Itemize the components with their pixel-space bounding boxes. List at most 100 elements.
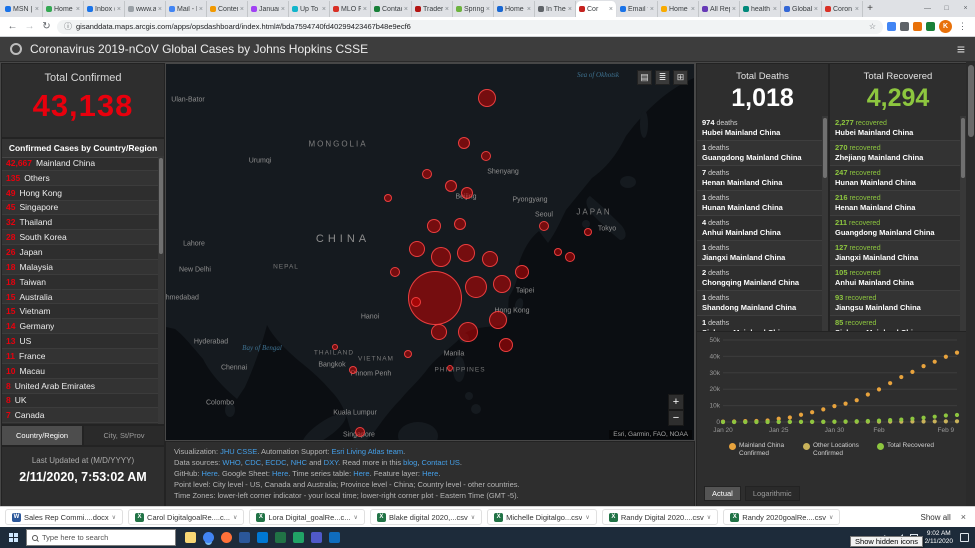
case-bubble[interactable] (427, 219, 441, 233)
info-link[interactable]: blog (403, 458, 417, 467)
region-row[interactable]: 85 recoveredSichuan Mainland China (830, 316, 960, 331)
info-link[interactable]: DXY (324, 458, 338, 467)
region-row[interactable]: 211 recoveredGuangdong Mainland China (830, 216, 960, 241)
browser-tab[interactable]: Mail - K× (166, 1, 207, 17)
browser-tab[interactable]: Email t× (617, 1, 658, 17)
browser-tab[interactable]: MSN | O× (2, 1, 43, 17)
browser-tab[interactable]: Coron× (822, 1, 863, 17)
taskbar-app-sheets[interactable] (293, 532, 304, 543)
tab-close-icon[interactable]: × (281, 6, 285, 13)
taskbar-app-chrome[interactable] (203, 532, 214, 543)
tab-close-icon[interactable]: × (527, 6, 531, 13)
zoom-out-button[interactable]: − (668, 410, 684, 426)
browser-tab[interactable]: Home |× (43, 1, 84, 17)
browser-tab[interactable]: MLO Fl× (330, 1, 371, 17)
tab-close-icon[interactable]: × (404, 6, 408, 13)
extension-icon[interactable] (913, 22, 922, 31)
profile-avatar[interactable]: K (939, 20, 952, 33)
cases-time-series-chart[interactable]: 010k20k30k40k50kJan 20Jan 25Jan 30FebFeb… (697, 332, 966, 436)
case-bubble[interactable] (461, 187, 473, 199)
tab-close-icon[interactable]: × (814, 6, 818, 13)
confirmed-country-row[interactable]: 135Others (2, 171, 158, 186)
case-bubble[interactable] (465, 276, 487, 298)
region-row[interactable]: 2 deathsChongqing Mainland China (697, 266, 822, 291)
confirmed-country-row[interactable]: 45Singapore (2, 201, 158, 216)
confirmed-country-row[interactable]: 14Germany (2, 319, 158, 334)
download-shelf-close-icon[interactable]: × (961, 512, 966, 522)
hamburger-menu-icon[interactable]: ≡ (957, 41, 965, 57)
case-bubble[interactable] (489, 311, 507, 329)
confirmed-country-row[interactable]: 15Vietnam (2, 304, 158, 319)
tab-close-icon[interactable]: × (35, 6, 39, 13)
window-minimize-button[interactable]: — (918, 0, 937, 16)
taskbar-app-outlook[interactable] (257, 532, 268, 543)
case-bubble[interactable] (411, 297, 421, 307)
browser-menu-icon[interactable]: ⋮ (956, 21, 969, 32)
browser-tab[interactable]: Conten× (207, 1, 248, 17)
tab-close-icon[interactable]: × (240, 6, 244, 13)
browser-tab[interactable]: Global× (781, 1, 822, 17)
region-row[interactable]: 1 deathsJiangxi Mainland China (697, 241, 822, 266)
chevron-down-icon[interactable]: ∨ (585, 514, 589, 521)
region-row[interactable]: 4 deathsAnhui Mainland China (697, 216, 822, 241)
confirmed-country-row[interactable]: 11France (2, 349, 158, 364)
case-bubble[interactable] (515, 265, 529, 279)
tab-close-icon[interactable]: × (486, 6, 490, 13)
taskbar-app-store[interactable] (329, 532, 340, 543)
bookmark-star-icon[interactable]: ☆ (869, 22, 876, 31)
confirmed-country-row[interactable]: 8UK (2, 394, 158, 409)
case-bubble[interactable] (554, 248, 562, 256)
list-view-tab[interactable]: Country/Region (2, 426, 82, 445)
region-row[interactable]: 1 deathsHunan Mainland China (697, 191, 822, 216)
extension-icon[interactable] (887, 22, 896, 31)
info-link[interactable]: Contact US (422, 458, 460, 467)
browser-tab[interactable]: Up To S× (289, 1, 330, 17)
confirmed-country-row[interactable]: 28South Korea (2, 230, 158, 245)
tab-close-icon[interactable]: × (773, 6, 777, 13)
region-row[interactable]: 1 deathsShandong Mainland China (697, 291, 822, 316)
chart-scale-tab[interactable]: Logarithmic (746, 487, 799, 500)
new-tab-button[interactable]: + (863, 1, 877, 17)
case-bubble[interactable] (499, 338, 513, 352)
confirmed-country-row[interactable]: 15Australia (2, 290, 158, 305)
region-row[interactable]: 1 deathsGuangdong Mainland China (697, 141, 822, 166)
confirmed-country-row[interactable]: 42,667Mainland China (2, 156, 158, 171)
case-bubble[interactable] (454, 218, 466, 230)
case-bubble[interactable] (422, 169, 432, 179)
info-link[interactable]: JHU CSSE (220, 447, 257, 456)
browser-tab[interactable]: In The× (535, 1, 576, 17)
taskbar-app-firefox[interactable] (221, 532, 232, 543)
back-icon[interactable]: ← (6, 21, 19, 32)
info-link[interactable]: Here (202, 469, 218, 478)
taskbar-app-excel[interactable] (275, 532, 286, 543)
case-bubble[interactable] (390, 267, 400, 277)
confirmed-country-row[interactable]: 10Macau (2, 364, 158, 379)
deaths-scrollbar[interactable] (822, 116, 828, 331)
extension-icon[interactable] (900, 22, 909, 31)
browser-tab[interactable]: Home× (494, 1, 535, 17)
case-bubble[interactable] (458, 322, 478, 342)
download-item[interactable]: XCarol DigitalgoalRe....c...∨ (128, 509, 244, 525)
browser-tab[interactable]: Cor× (576, 1, 617, 17)
download-item[interactable]: XMichelle Digitalgo...csv∨ (487, 509, 597, 525)
confirmed-country-row[interactable]: 7Canada (2, 408, 158, 423)
download-item[interactable]: XBlake digital 2020,...csv∨ (370, 509, 482, 525)
region-row[interactable]: 216 recoveredHenan Mainland China (830, 191, 960, 216)
start-button[interactable] (0, 527, 26, 548)
confirmed-country-row[interactable]: 32Thailand (2, 215, 158, 230)
browser-tab[interactable]: Spring× (453, 1, 494, 17)
tab-close-icon[interactable]: × (568, 6, 572, 13)
confirmed-country-row[interactable]: 18Malaysia (2, 260, 158, 275)
tab-close-icon[interactable]: × (691, 6, 695, 13)
tab-close-icon[interactable]: × (76, 6, 80, 13)
region-row[interactable]: 270 recoveredZhejiang Mainland China (830, 141, 960, 166)
clock[interactable]: 9:02 AM 2/11/2020 (925, 530, 953, 546)
case-bubble[interactable] (458, 137, 470, 149)
country-list-scrollbar[interactable] (158, 156, 164, 424)
browser-tab[interactable]: Contac× (371, 1, 412, 17)
page-info-icon[interactable]: ⓘ (64, 21, 72, 32)
chevron-down-icon[interactable]: ∨ (707, 514, 711, 521)
download-item[interactable]: XRandy 2020goalRe....csv∨ (723, 509, 840, 525)
page-scrollbar[interactable] (966, 62, 975, 506)
info-link[interactable]: NHC (291, 458, 307, 467)
